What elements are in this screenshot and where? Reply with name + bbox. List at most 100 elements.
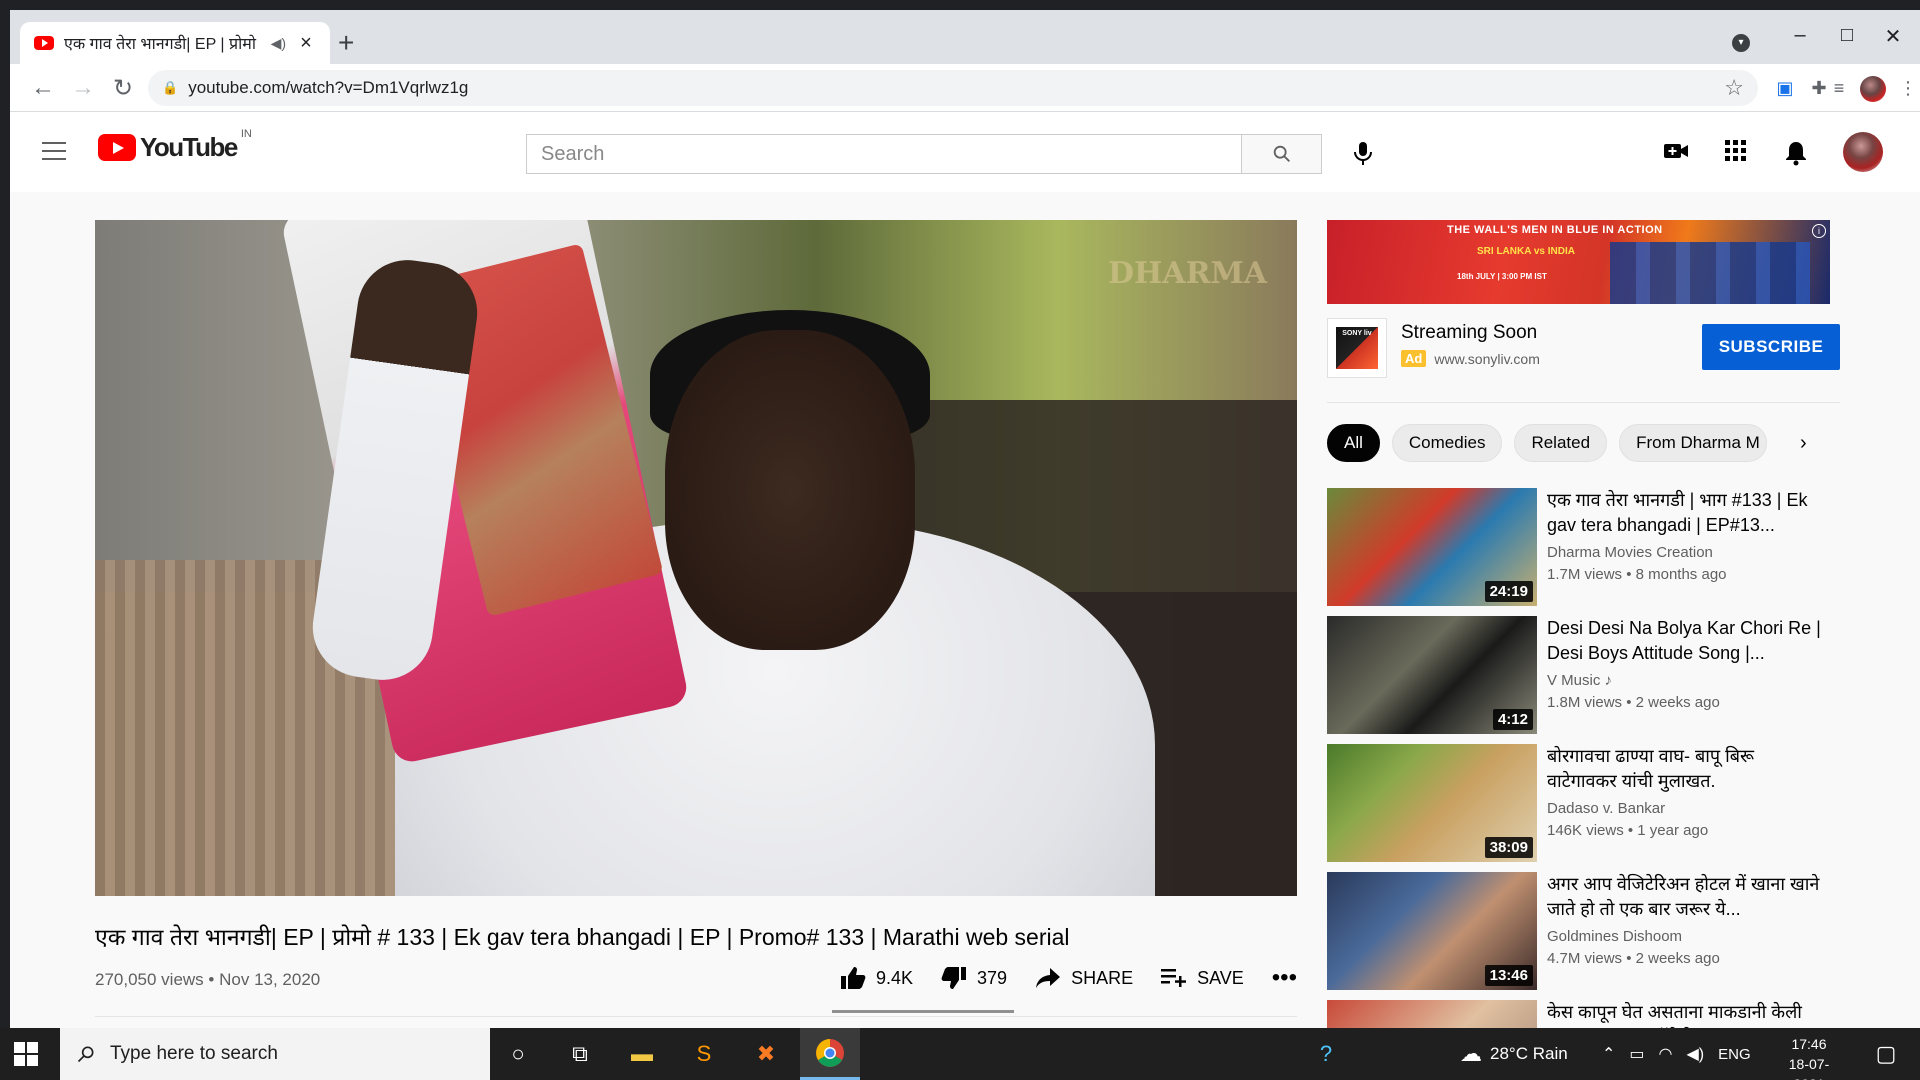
new-tab-button[interactable]: +	[338, 29, 354, 57]
video-title: एक गाव तेरा भानगडी| EP | प्रोमो # 133 | …	[95, 924, 1070, 950]
chrome-taskbar-button[interactable]	[800, 1028, 860, 1080]
clock-date: 18-07-2021	[1788, 1056, 1830, 1080]
taskbar-clock[interactable]: 17:46 18-07-2021	[1774, 1034, 1844, 1080]
like-button[interactable]: 9.4K	[840, 966, 913, 990]
list-item[interactable]: 4:12 Desi Desi Na Bolya Kar Chori Re | D…	[1327, 616, 1840, 734]
recommendation-title[interactable]: केस कापून घेत असताना माकडानी केली दुकाना…	[1547, 1000, 1827, 1028]
task-view-icon[interactable]: ⧉	[562, 1036, 598, 1072]
windows-start-icon[interactable]	[14, 1042, 38, 1066]
tab-search-icon[interactable]: ▾	[1732, 34, 1750, 52]
account-avatar[interactable]	[1843, 132, 1883, 172]
chevron-right-icon[interactable]: ›	[1800, 432, 1807, 455]
taskbar-search-input[interactable]: Type here to search	[60, 1028, 490, 1080]
share-button[interactable]: SHARE	[1035, 967, 1133, 989]
ad-banner-date: 18th JULY | 3:00 PM IST	[1457, 272, 1547, 281]
tab-youtube[interactable]: एक गाव तेरा भानगडी| EP | प्रोमो ◀) ×	[20, 22, 330, 64]
playlist-add-icon	[1161, 969, 1187, 987]
recommendation-title[interactable]: Desi Desi Na Bolya Kar Chori Re | Desi B…	[1547, 616, 1827, 666]
video-thumbnail[interactable]: 38:09	[1327, 744, 1537, 862]
youtube-logo[interactable]: YouTube IN	[98, 128, 252, 163]
search-button[interactable]	[1242, 134, 1322, 174]
save-button[interactable]: SAVE	[1161, 968, 1244, 989]
list-item[interactable]: केस कापून घेत असताना माकडानी केली दुकाना…	[1327, 1000, 1840, 1028]
video-thumbnail[interactable]: 24:19	[1327, 488, 1537, 606]
cortana-icon[interactable]: ○	[500, 1036, 536, 1072]
recommendation-title[interactable]: एक गाव तेरा भानगडी | भाग #133 | Ek gav t…	[1547, 488, 1827, 538]
chip-all[interactable]: All	[1327, 424, 1380, 462]
save-label: SAVE	[1197, 967, 1244, 988]
view-info: 4.7M views • 2 weeks ago	[1547, 950, 1720, 967]
sublime-text-icon[interactable]: S	[686, 1036, 722, 1072]
thumbs-up-icon	[841, 967, 866, 989]
apps-grid-icon[interactable]	[1722, 140, 1750, 168]
channel-name[interactable]: Dadaso v. Bankar	[1547, 800, 1665, 817]
chip-comedies[interactable]: Comedies	[1391, 424, 1503, 462]
country-code: IN	[240, 127, 252, 140]
help-icon[interactable]: ?	[1308, 1036, 1344, 1072]
list-item[interactable]: 24:19 एक गाव तेरा भानगडी | भाग #133 | Ek…	[1327, 488, 1840, 606]
ad-banner[interactable]: THE WALL'S MEN IN BLUE IN ACTION SRI LAN…	[1327, 220, 1830, 304]
search-input[interactable]: Search	[526, 134, 1242, 174]
video-thumbnail[interactable]: 13:46	[1327, 872, 1537, 990]
recommendation-title[interactable]: अगर आप वेजिटेरिअन होटल में खाना खाने जात…	[1547, 872, 1827, 922]
channel-name[interactable]: Dharma Movies Creation	[1547, 544, 1713, 561]
weather-widget[interactable]: ☁ 28°C Rain	[1460, 1028, 1568, 1080]
ad-banner-sub: SRI LANKA vs INDIA	[1477, 246, 1575, 257]
upload-date: Nov 13, 2020	[219, 970, 321, 989]
media-control-icon[interactable]: ≡	[1827, 76, 1851, 100]
create-video-icon[interactable]	[1662, 140, 1690, 168]
address-bar[interactable]: 🔒 youtube.com/watch?v=Dm1Vqrlwz1g ☆	[148, 70, 1758, 106]
close-tab-icon[interactable]: ×	[296, 32, 316, 55]
speaker-icon[interactable]: ◀)	[271, 35, 286, 52]
view-info: 146K views • 1 year ago	[1547, 822, 1709, 839]
ad-badge: Ad	[1401, 350, 1427, 367]
video-thumbnail[interactable]	[1327, 1000, 1537, 1028]
taskbar-search-placeholder: Type here to search	[110, 1043, 278, 1064]
profile-avatar-small[interactable]	[1860, 76, 1886, 102]
ad-source: Ad www.sonyliv.com	[1401, 350, 1540, 367]
menu-icon[interactable]	[42, 142, 66, 160]
forward-icon[interactable]: →	[68, 74, 98, 102]
lock-icon[interactable]: 🔒	[162, 80, 178, 96]
back-icon[interactable]: ←	[28, 74, 58, 102]
video-player[interactable]: DHARMA	[95, 220, 1297, 896]
list-item[interactable]: 13:46 अगर आप वेजिटेरिअन होटल में खाना खा…	[1327, 872, 1840, 990]
subscribe-button[interactable]: SUBSCRIBE	[1702, 324, 1840, 370]
chevron-up-icon[interactable]: ⌃	[1602, 1044, 1615, 1064]
file-explorer-icon[interactable]: ▬	[624, 1036, 660, 1072]
share-label: SHARE	[1071, 967, 1134, 988]
ad-info-icon[interactable]: i	[1812, 224, 1826, 238]
wifi-icon[interactable]: ◠	[1659, 1044, 1673, 1064]
window-close-icon[interactable]: ✕	[1873, 24, 1913, 49]
maximize-icon[interactable]: □	[1827, 24, 1867, 47]
notifications-bell-icon[interactable]	[1782, 140, 1810, 168]
ad-title[interactable]: Streaming Soon	[1401, 322, 1537, 344]
chrome-menu-icon[interactable]: ⋮	[1896, 76, 1920, 100]
xampp-icon[interactable]: ✖	[748, 1036, 784, 1072]
volume-icon[interactable]: ◀)	[1687, 1044, 1705, 1064]
youtube-play-icon	[98, 134, 136, 161]
channel-name[interactable]: Goldmines Dishoom	[1547, 928, 1682, 945]
more-actions-button[interactable]: •••	[1272, 964, 1297, 992]
minimize-icon[interactable]: –	[1780, 24, 1820, 47]
microphone-icon[interactable]	[1352, 140, 1374, 173]
language-indicator[interactable]: ENG	[1718, 1046, 1751, 1063]
share-arrow-icon	[1036, 968, 1061, 988]
url-text[interactable]: youtube.com/watch?v=Dm1Vqrlwz1g	[188, 78, 468, 98]
system-tray: ⌃ ▭ ◠ ◀) ENG	[1602, 1028, 1751, 1080]
list-item[interactable]: 38:09 बोरगावचा ढाण्या वाघ- बापू बिरू वाट…	[1327, 744, 1840, 862]
chip-related[interactable]: Related	[1514, 424, 1608, 462]
reload-icon[interactable]: ↻	[108, 74, 138, 103]
ad-domain[interactable]: www.sonyliv.com	[1434, 351, 1540, 367]
video-thumbnail[interactable]: 4:12	[1327, 616, 1537, 734]
channel-name[interactable]: V Music ♪	[1547, 672, 1612, 689]
extension-icon[interactable]: ▣	[1773, 76, 1797, 100]
chip-from-dharma[interactable]: From Dharma M	[1619, 424, 1768, 462]
sonyliv-logo-text: SONY liv	[1336, 327, 1378, 369]
bookmark-star-icon[interactable]: ☆	[1724, 75, 1744, 101]
battery-icon[interactable]: ▭	[1629, 1044, 1644, 1064]
action-center-icon[interactable]: ▢	[1868, 1036, 1904, 1072]
sidebar-divider	[1327, 402, 1840, 403]
dislike-button[interactable]: 379	[941, 966, 1007, 990]
recommendation-title[interactable]: बोरगावचा ढाण्या वाघ- बापू बिरू वाटेगावकर…	[1547, 744, 1827, 794]
